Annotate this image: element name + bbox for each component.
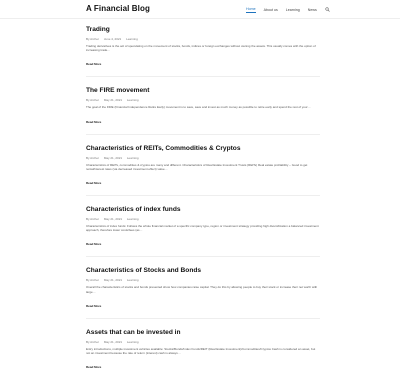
post-excerpt: The goal of the FIRE (Financial Independ… — [86, 105, 311, 110]
post-date[interactable]: May 21, 2021 — [104, 156, 122, 160]
post-excerpt: Entry introductions, multiple investment… — [86, 346, 316, 356]
post-meta: By Archer May 21, 2021 Learning — [86, 217, 320, 221]
post-category[interactable]: Learning — [127, 340, 139, 344]
post-date[interactable]: May 21, 2021 — [104, 340, 122, 344]
post-date[interactable]: June 4, 2021 — [104, 37, 121, 41]
divider — [86, 133, 320, 135]
read-more-link[interactable]: Read More — [86, 242, 101, 246]
post-author[interactable]: By Archer — [86, 278, 99, 282]
post-author[interactable]: By Archer — [86, 98, 99, 102]
main-nav: Home About us Learning News — [246, 6, 331, 13]
post: Trading By Archer June 4, 2021 Learning … — [86, 26, 320, 78]
post-category[interactable]: Learning — [126, 37, 138, 41]
post-date[interactable]: May 21, 2021 — [104, 278, 122, 282]
divider — [86, 317, 320, 319]
divider — [86, 256, 320, 258]
post-title[interactable]: Characteristics of REITs, Commodities & … — [86, 145, 320, 153]
search-icon[interactable] — [325, 7, 331, 13]
nav-news[interactable]: News — [308, 7, 317, 13]
post-category[interactable]: Learning — [127, 98, 139, 102]
nav-home[interactable]: Home — [246, 6, 256, 13]
post-title[interactable]: The FIRE movement — [86, 87, 320, 95]
post-excerpt: Overall the characteristics of stocks an… — [86, 285, 318, 294]
post-category[interactable]: Learning — [127, 217, 139, 221]
post-list: Trading By Archer June 4, 2021 Learning … — [86, 26, 320, 373]
post-title[interactable]: Characteristics of Stocks and Bonds — [86, 267, 320, 275]
divider — [86, 76, 320, 78]
read-more-link[interactable]: Read More — [86, 62, 101, 66]
post: Assets that can be invested in By Archer… — [86, 329, 320, 373]
site-title[interactable]: A Financial Blog — [86, 4, 150, 13]
post: Characteristics of index funds By Archer… — [86, 206, 320, 258]
post-category[interactable]: Learning — [127, 278, 139, 282]
post-excerpt: Characteristics of index funds: Follows … — [86, 224, 319, 233]
post: Characteristics of Stocks and Bonds By A… — [86, 267, 320, 319]
nav-about-us[interactable]: About us — [264, 7, 278, 13]
post-meta: By Archer May 21, 2021 Learning — [86, 278, 320, 282]
post-meta: By Archer June 4, 2021 Learning — [86, 37, 320, 41]
post-author[interactable]: By Archer — [86, 156, 99, 160]
post-title[interactable]: Trading — [86, 26, 320, 34]
post-meta: By Archer May 21, 2021 Learning — [86, 98, 320, 102]
post-date[interactable]: May 21, 2021 — [104, 217, 122, 221]
post-title[interactable]: Assets that can be invested in — [86, 329, 320, 337]
post-author[interactable]: By Archer — [86, 217, 99, 221]
post-excerpt: Characteristics of REITs, commodities & … — [86, 162, 308, 171]
read-more-link[interactable]: Read More — [86, 304, 101, 308]
post-author[interactable]: By Archer — [86, 37, 99, 41]
post-excerpt: Trading derivatives is the act of specul… — [86, 44, 316, 53]
post-date[interactable]: May 21, 2021 — [104, 98, 122, 102]
post-category[interactable]: Learning — [127, 156, 139, 160]
post-author[interactable]: By Archer — [86, 340, 99, 344]
read-more-link[interactable]: Read More — [86, 365, 101, 369]
site-header: A Financial Blog Home About us Learning … — [0, 0, 400, 19]
divider — [86, 195, 320, 197]
post-meta: By Archer May 21, 2021 Learning — [86, 156, 320, 160]
nav-learning[interactable]: Learning — [286, 7, 300, 13]
post-meta: By Archer May 21, 2021 Learning — [86, 340, 320, 344]
read-more-link[interactable]: Read More — [86, 120, 101, 124]
post: The FIRE movement By Archer May 21, 2021… — [86, 87, 320, 135]
post: Characteristics of REITs, Commodities & … — [86, 145, 320, 197]
post-title[interactable]: Characteristics of index funds — [86, 206, 320, 214]
read-more-link[interactable]: Read More — [86, 181, 101, 185]
